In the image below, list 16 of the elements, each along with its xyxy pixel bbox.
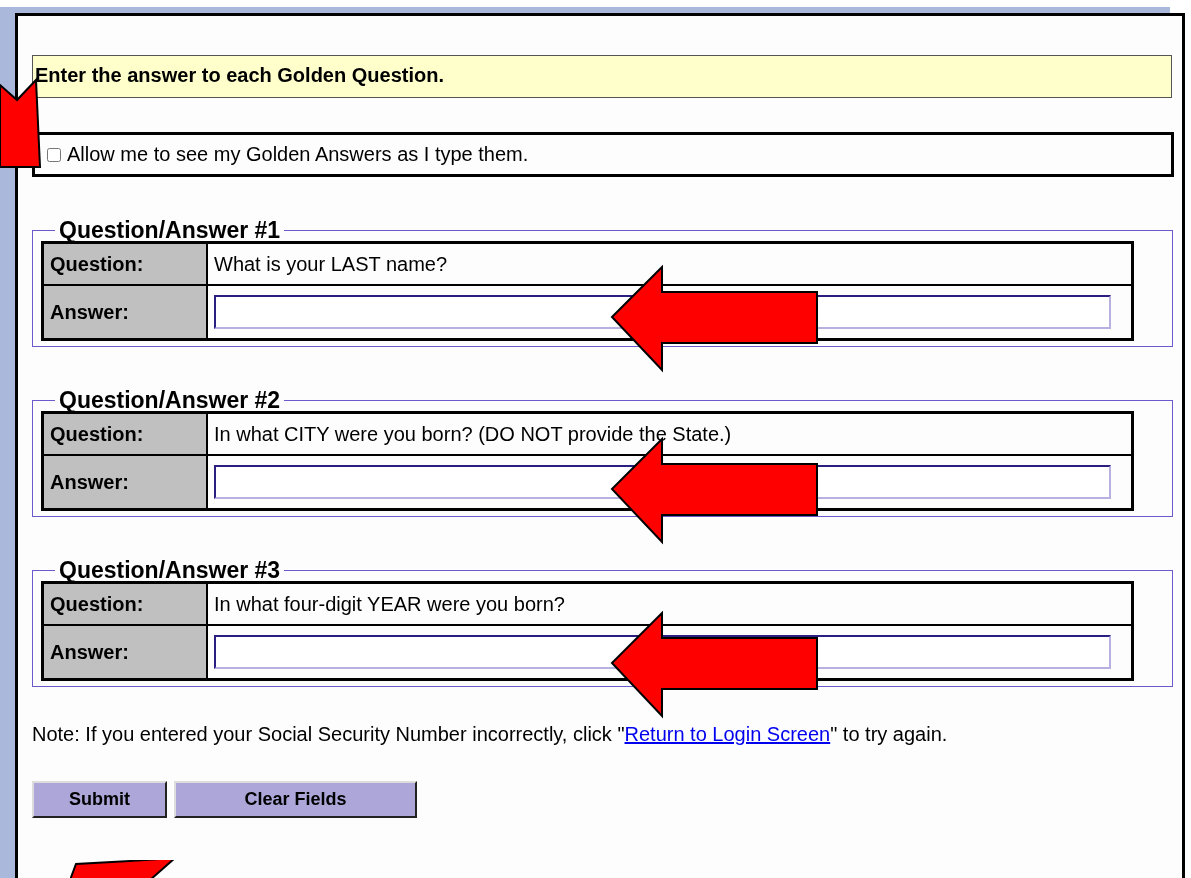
checkbox[interactable]: [47, 147, 61, 162]
form-button[interactable]: Clear Fields: [174, 781, 417, 818]
answer-label: Answer:: [42, 625, 207, 680]
answer-label: Answer:: [42, 285, 207, 340]
group-title: Question/Answer #1: [58, 219, 282, 241]
question-label: Question:: [42, 412, 207, 455]
question-label: Question:: [42, 242, 207, 285]
group-title: Question/Answer #3: [58, 559, 282, 581]
checkbox-label: Allow me to see my Golden Answers as I type them.: [67, 143, 529, 166]
note-text: Note: If you entered your Social Security Number incorrectly, click "Return to Login Screen" to try again.: [32, 722, 949, 747]
question-label: Question:: [42, 582, 207, 625]
group-title: Question/Answer #2: [58, 389, 282, 411]
form-button[interactable]: Submit: [32, 781, 167, 818]
instruction-banner: Enter the answer to each Golden Question.: [32, 55, 1172, 98]
login-link[interactable]: Return to Login Screen: [624, 723, 831, 745]
answer-label: Answer:: [42, 455, 207, 510]
